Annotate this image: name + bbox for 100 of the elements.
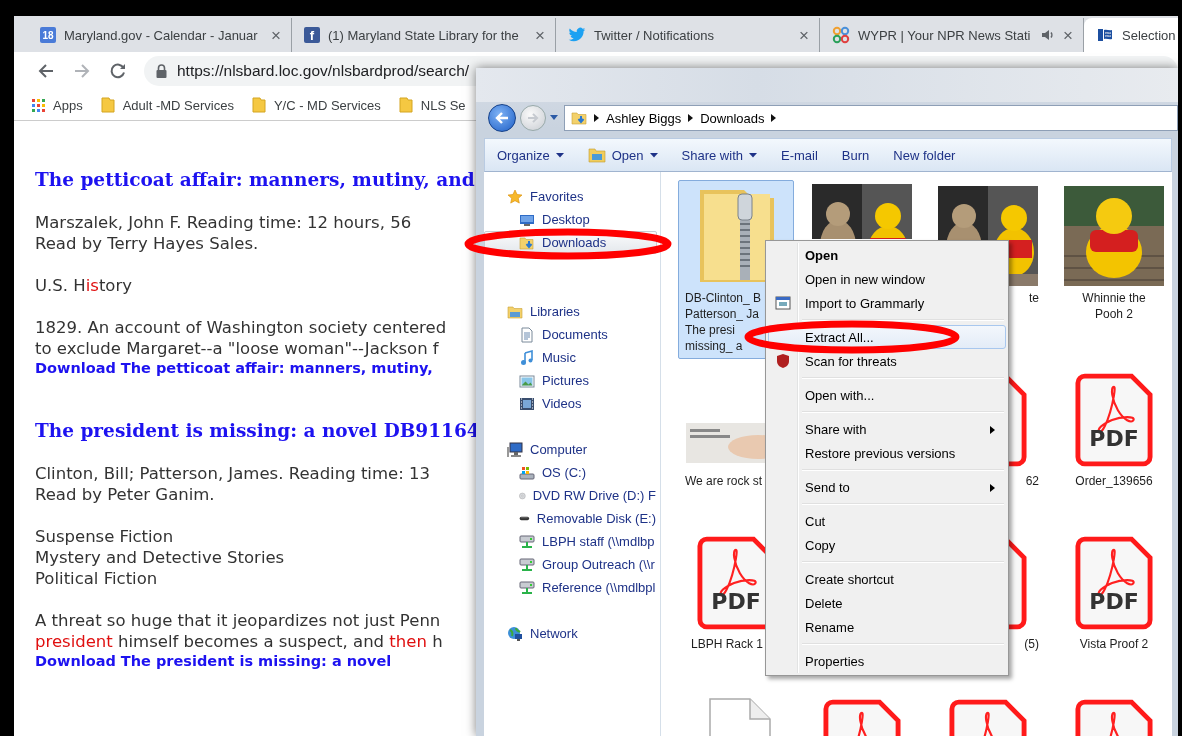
menu-item[interactable]: Properties <box>768 649 1006 673</box>
browser-tab[interactable]: Twitter / Notifications × <box>556 18 820 52</box>
back-arrow-icon <box>37 62 55 80</box>
browser-tab[interactable]: 18 Maryland.gov - Calendar - Januar × <box>28 18 292 52</box>
file-name: Vista Proof 2 <box>1079 636 1149 652</box>
bird-icon <box>568 27 586 43</box>
bookmark[interactable]: Adult -MD Services <box>100 97 234 113</box>
bookmark[interactable]: NLS Se <box>398 97 466 113</box>
forward-arrow-icon <box>527 113 539 123</box>
document-icon <box>519 326 535 343</box>
picture-icon <box>519 372 535 389</box>
menu-item[interactable]: Open with... <box>768 383 1006 407</box>
folder-icon <box>100 97 115 113</box>
nav-item[interactable]: Computer <box>484 438 657 461</box>
address-field[interactable]: Ashley Biggs Downloads <box>564 105 1178 131</box>
book-title: The petticoat affair: manners, mutiny, and <box>35 169 475 190</box>
chevron-icon <box>771 114 777 122</box>
file-name: LBPH Rack 1 <box>691 636 764 652</box>
toolbar-button[interactable]: Share with <box>681 147 757 163</box>
file-item[interactable]: PDF Vista Proof 2 <box>1056 526 1172 657</box>
folder-icon <box>507 303 523 320</box>
file-name: We are rock st <box>685 473 763 489</box>
chevron-icon <box>688 114 694 122</box>
nav-item[interactable]: Desktop <box>484 208 657 231</box>
toolbar-button[interactable]: Open <box>587 147 658 163</box>
back-button[interactable] <box>488 104 516 132</box>
toolbar-button[interactable]: E-mail <box>781 147 818 163</box>
download-link[interactable]: Download The petticoat affair: manners, mutiny, <box>35 360 433 376</box>
icon-label: PDF <box>1088 427 1140 450</box>
calendar-icon: 18 <box>40 27 56 43</box>
network-drive-icon <box>519 533 535 550</box>
folder-icon <box>398 97 413 113</box>
file-item[interactable]: PDF Order_139656 <box>1056 363 1172 494</box>
file-name: te <box>1029 290 1039 306</box>
drive-icon <box>519 515 530 522</box>
dots-logo-icon <box>832 26 850 44</box>
reload-icon <box>109 62 127 80</box>
chevron-icon <box>594 114 599 122</box>
film-icon <box>519 395 535 412</box>
lock-icon <box>156 64 167 78</box>
book-details: U.S. History <box>35 275 132 296</box>
book-details: Suspense Fiction Mystery and Detective Stories Political Fiction <box>35 526 285 589</box>
bookmark[interactable]: Apps <box>32 97 83 113</box>
close-button[interactable]: × <box>535 26 545 44</box>
nav-item[interactable]: Pictures <box>484 369 657 392</box>
drive-icon <box>519 464 535 481</box>
nav-item[interactable]: OS (C:) <box>484 461 657 484</box>
site-logo-icon: f <box>304 27 320 43</box>
icon-label: PDF <box>710 590 762 613</box>
close-button[interactable]: × <box>799 26 809 44</box>
toolbar-button[interactable]: Burn <box>841 147 870 163</box>
menu-item[interactable]: Rename <box>768 615 1006 639</box>
music-note-icon <box>519 349 535 366</box>
nav-item[interactable]: Documents <box>484 323 657 346</box>
close-button[interactable]: × <box>271 26 281 44</box>
nav-item[interactable]: Group Outreach (\\r <box>484 553 657 576</box>
menu-item[interactable]: Delete <box>768 591 1006 615</box>
menu-item[interactable]: Share with <box>768 417 1006 441</box>
book-title: The president is missing: a novel DB91164 <box>35 420 480 441</box>
tab-title: (1) Maryland State Library for the <box>328 27 520 43</box>
toolbar-button[interactable]: Organize <box>497 147 564 163</box>
network-drive-icon <box>519 579 535 596</box>
window-icon <box>775 295 791 311</box>
nav-item[interactable]: Videos <box>484 392 657 415</box>
book-details: 1829. An account of Washington society centered to exclude Margaret--a "loose woman"--Jackson f <box>35 317 447 359</box>
book-details: A threat so huge that it jeopardizes not just Penn president himself becomes a suspect, and then h <box>35 610 443 652</box>
folder-icon <box>519 234 535 251</box>
browser-tab[interactable]: f (1) Maryland State Library for the × <box>292 18 556 52</box>
nav-item[interactable]: Favorites <box>484 185 657 208</box>
nav-item[interactable]: Music <box>484 346 657 369</box>
breadcrumb[interactable]: Ashley Biggs <box>606 110 682 126</box>
menu-item[interactable]: Cut <box>768 509 1006 533</box>
nav-item[interactable]: LBPH staff (\\mdlbp <box>484 530 657 553</box>
nav-item[interactable]: DVD RW Drive (D:) F <box>484 484 657 507</box>
tab-title: Maryland.gov - Calendar - Januar <box>64 27 259 43</box>
bookmark[interactable]: Y/C - MD Services <box>251 97 381 113</box>
download-link[interactable]: Download The president is missing: a novel <box>35 653 392 669</box>
menu-item[interactable]: Restore previous versions <box>768 441 1006 465</box>
close-button[interactable]: × <box>1063 26 1073 44</box>
computer-icon <box>507 441 523 458</box>
browser-tab[interactable]: Selection <box>1084 18 1178 52</box>
file-name: (5) <box>1024 636 1039 652</box>
menu-item[interactable]: Copy <box>768 533 1006 557</box>
file-name: Whinnie the Pooh 2 <box>1082 290 1146 322</box>
shield-icon <box>775 353 791 369</box>
caret-icon <box>550 115 558 121</box>
nav-item[interactable]: Removable Disk (E:) <box>484 507 657 530</box>
menu-item[interactable]: Create shortcut <box>768 567 1006 591</box>
menu-item[interactable]: Send to <box>768 475 1006 499</box>
breadcrumb[interactable]: Downloads <box>700 110 765 126</box>
folder-icon <box>587 147 606 163</box>
apps-grid-icon <box>32 98 45 112</box>
back-arrow-icon <box>495 112 509 124</box>
toolbar-button[interactable]: New folder <box>893 147 956 163</box>
nav-item[interactable]: Network <box>484 622 657 645</box>
nav-item[interactable]: Libraries <box>484 300 657 323</box>
folder-icon <box>571 110 587 126</box>
file-item[interactable]: Whinnie the Pooh 2 <box>1056 180 1172 327</box>
nav-item[interactable]: Reference (\\mdlbpl <box>484 576 657 599</box>
browser-tab[interactable]: WYPR | Your NPR News Stati × <box>820 18 1084 52</box>
